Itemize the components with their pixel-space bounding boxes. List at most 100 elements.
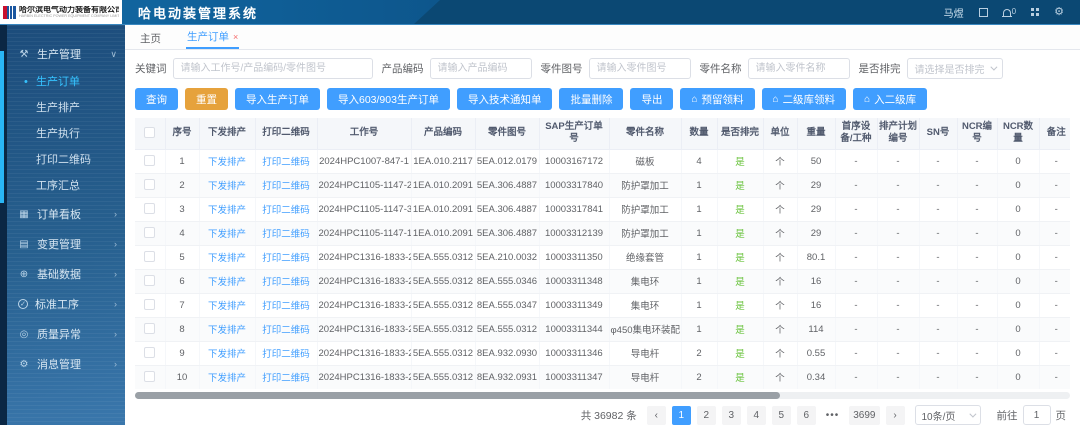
- page-button-3[interactable]: 3: [722, 406, 741, 425]
- sidebar-item-3[interactable]: ⊕基础数据›: [0, 259, 125, 289]
- cell-checkbox: [135, 293, 165, 317]
- button-导出[interactable]: 导出: [630, 88, 673, 110]
- button-批量删除[interactable]: 批量删除: [559, 88, 623, 110]
- row-checkbox[interactable]: [144, 203, 155, 214]
- goto-page-input[interactable]: [1023, 405, 1051, 425]
- page-ellipsis: •••: [822, 406, 844, 425]
- print-qrcode-link[interactable]: 打印二维码: [262, 373, 310, 384]
- select-all-checkbox[interactable]: [144, 127, 155, 138]
- button-重置[interactable]: 重置: [185, 88, 228, 110]
- row-checkbox[interactable]: [144, 299, 155, 310]
- fullscreen-icon[interactable]: [979, 8, 988, 17]
- row-checkbox[interactable]: [144, 227, 155, 238]
- page-button-1[interactable]: 1: [672, 406, 691, 425]
- print-qrcode-link[interactable]: 打印二维码: [262, 181, 310, 192]
- sidebar-item-1[interactable]: ▦订单看板›: [0, 199, 125, 229]
- button-入二级库[interactable]: ⌂入二级库: [853, 88, 927, 110]
- page-button-5[interactable]: 5: [772, 406, 791, 425]
- sidebar-item-0[interactable]: ⚒生产管理∨: [0, 39, 125, 69]
- apps-grid-icon[interactable]: [1031, 8, 1039, 16]
- sidebar-item-5[interactable]: ◎质量异常›: [0, 319, 125, 349]
- button-查询[interactable]: 查询: [135, 88, 178, 110]
- scrollbar-thumb[interactable]: [135, 392, 780, 399]
- print-qrcode-link[interactable]: 打印二维码: [262, 157, 310, 168]
- tab-主页[interactable]: 主页: [139, 27, 162, 49]
- sidebar-subitem[interactable]: 工序汇总: [0, 173, 125, 199]
- row-checkbox[interactable]: [144, 347, 155, 358]
- dispatch-link[interactable]: 下发排产: [208, 229, 246, 240]
- dispatch-link[interactable]: 下发排产: [208, 157, 246, 168]
- cell-remark: -: [1039, 173, 1070, 197]
- sidebar-item-label: 订单看板: [37, 206, 81, 222]
- page-button-4[interactable]: 4: [747, 406, 766, 425]
- column-header-seq: 序号: [165, 118, 199, 149]
- filter-select-是否排完[interactable]: 请选择是否排完: [907, 58, 1003, 79]
- page-size-select[interactable]: 10条/页: [915, 405, 981, 425]
- button-导入603/903生产订单[interactable]: 导入603/903生产订单: [327, 88, 450, 110]
- sidebar-item-6[interactable]: ⚙消息管理›: [0, 349, 125, 379]
- filter-input-零件名称[interactable]: [748, 58, 850, 79]
- print-qrcode-link[interactable]: 打印二维码: [262, 349, 310, 360]
- dispatch-link[interactable]: 下发排产: [208, 325, 246, 336]
- sidebar-item-2[interactable]: ▤变更管理›: [0, 229, 125, 259]
- print-qrcode-link[interactable]: 打印二维码: [262, 301, 310, 312]
- dispatch-link[interactable]: 下发排产: [208, 301, 246, 312]
- print-qrcode-link[interactable]: 打印二维码: [262, 277, 310, 288]
- cell-scheduled: 是: [717, 173, 763, 197]
- button-导入技术通知单[interactable]: 导入技术通知单: [457, 88, 553, 110]
- prev-page-button[interactable]: ‹: [647, 406, 666, 425]
- topbar-actions: 马煜 0 ⚙: [944, 0, 1080, 24]
- dispatch-link[interactable]: 下发排产: [208, 373, 246, 384]
- cell-product_code: 1EA.010.2117: [411, 149, 475, 173]
- button-二级库领料[interactable]: ⌂二级库领料: [762, 88, 847, 110]
- dispatch-link[interactable]: 下发排产: [208, 181, 246, 192]
- row-checkbox[interactable]: [144, 179, 155, 190]
- button-预留领料[interactable]: ⌂预留领料: [680, 88, 754, 110]
- filter-input-产品编码[interactable]: [430, 58, 532, 79]
- table-row: 8下发排产打印二维码2024HPC1316-1833-25EA.555.0312…: [135, 317, 1070, 341]
- dispatch-link[interactable]: 下发排产: [208, 205, 246, 216]
- cell-plan_no: -: [877, 245, 919, 269]
- row-checkbox[interactable]: [144, 275, 155, 286]
- button-导入生产订单[interactable]: 导入生产订单: [235, 88, 320, 110]
- print-qrcode-link[interactable]: 打印二维码: [262, 253, 310, 264]
- dispatch-link[interactable]: 下发排产: [208, 277, 246, 288]
- cell-qty: 1: [681, 173, 717, 197]
- notification-bell[interactable]: 0: [1003, 8, 1016, 16]
- filter-input-关键词[interactable]: [173, 58, 373, 79]
- cell-work_no: 2024HPC1316-1833-2: [317, 317, 411, 341]
- filter-field: 零件名称: [700, 58, 850, 79]
- gear-icon: ⚙: [18, 359, 30, 370]
- horizontal-scrollbar[interactable]: [135, 392, 1070, 399]
- tab-生产订单[interactable]: 生产订单×: [186, 25, 239, 49]
- row-checkbox[interactable]: [144, 155, 155, 166]
- row-checkbox[interactable]: [144, 251, 155, 262]
- sidebar-item-4[interactable]: ✓标准工序›: [0, 289, 125, 319]
- page-button-2[interactable]: 2: [697, 406, 716, 425]
- cell-part_no: 5EA.306.4887: [475, 197, 539, 221]
- button-label: 入二级库: [874, 92, 916, 107]
- dispatch-link[interactable]: 下发排产: [208, 349, 246, 360]
- next-page-button[interactable]: ›: [886, 406, 905, 425]
- print-qrcode-link[interactable]: 打印二维码: [262, 229, 310, 240]
- row-checkbox[interactable]: [144, 323, 155, 334]
- column-header-sap_no: SAP生产订单号: [539, 118, 609, 149]
- sidebar-subitem[interactable]: 生产执行: [0, 121, 125, 147]
- close-icon[interactable]: ×: [233, 32, 238, 42]
- filter-input-零件图号[interactable]: [589, 58, 691, 79]
- page-button-3699[interactable]: 3699: [849, 406, 879, 425]
- page-button-6[interactable]: 6: [797, 406, 816, 425]
- settings-gear-icon[interactable]: ⚙: [1054, 7, 1064, 18]
- print-qrcode-link[interactable]: 打印二维码: [262, 325, 310, 336]
- print-qrcode-link[interactable]: 打印二维码: [262, 205, 310, 216]
- sidebar-subitem[interactable]: 打印二维码: [0, 147, 125, 173]
- cell-print: 打印二维码: [255, 221, 317, 245]
- cell-plan_no: -: [877, 317, 919, 341]
- dispatch-link[interactable]: 下发排产: [208, 253, 246, 264]
- cell-weight: 50: [797, 149, 835, 173]
- cell-remark: -: [1039, 341, 1070, 365]
- row-checkbox[interactable]: [144, 371, 155, 382]
- sidebar-subitem[interactable]: 生产排产: [0, 95, 125, 121]
- user-name[interactable]: 马煜: [944, 5, 964, 20]
- sidebar-subitem[interactable]: 生产订单: [0, 69, 125, 95]
